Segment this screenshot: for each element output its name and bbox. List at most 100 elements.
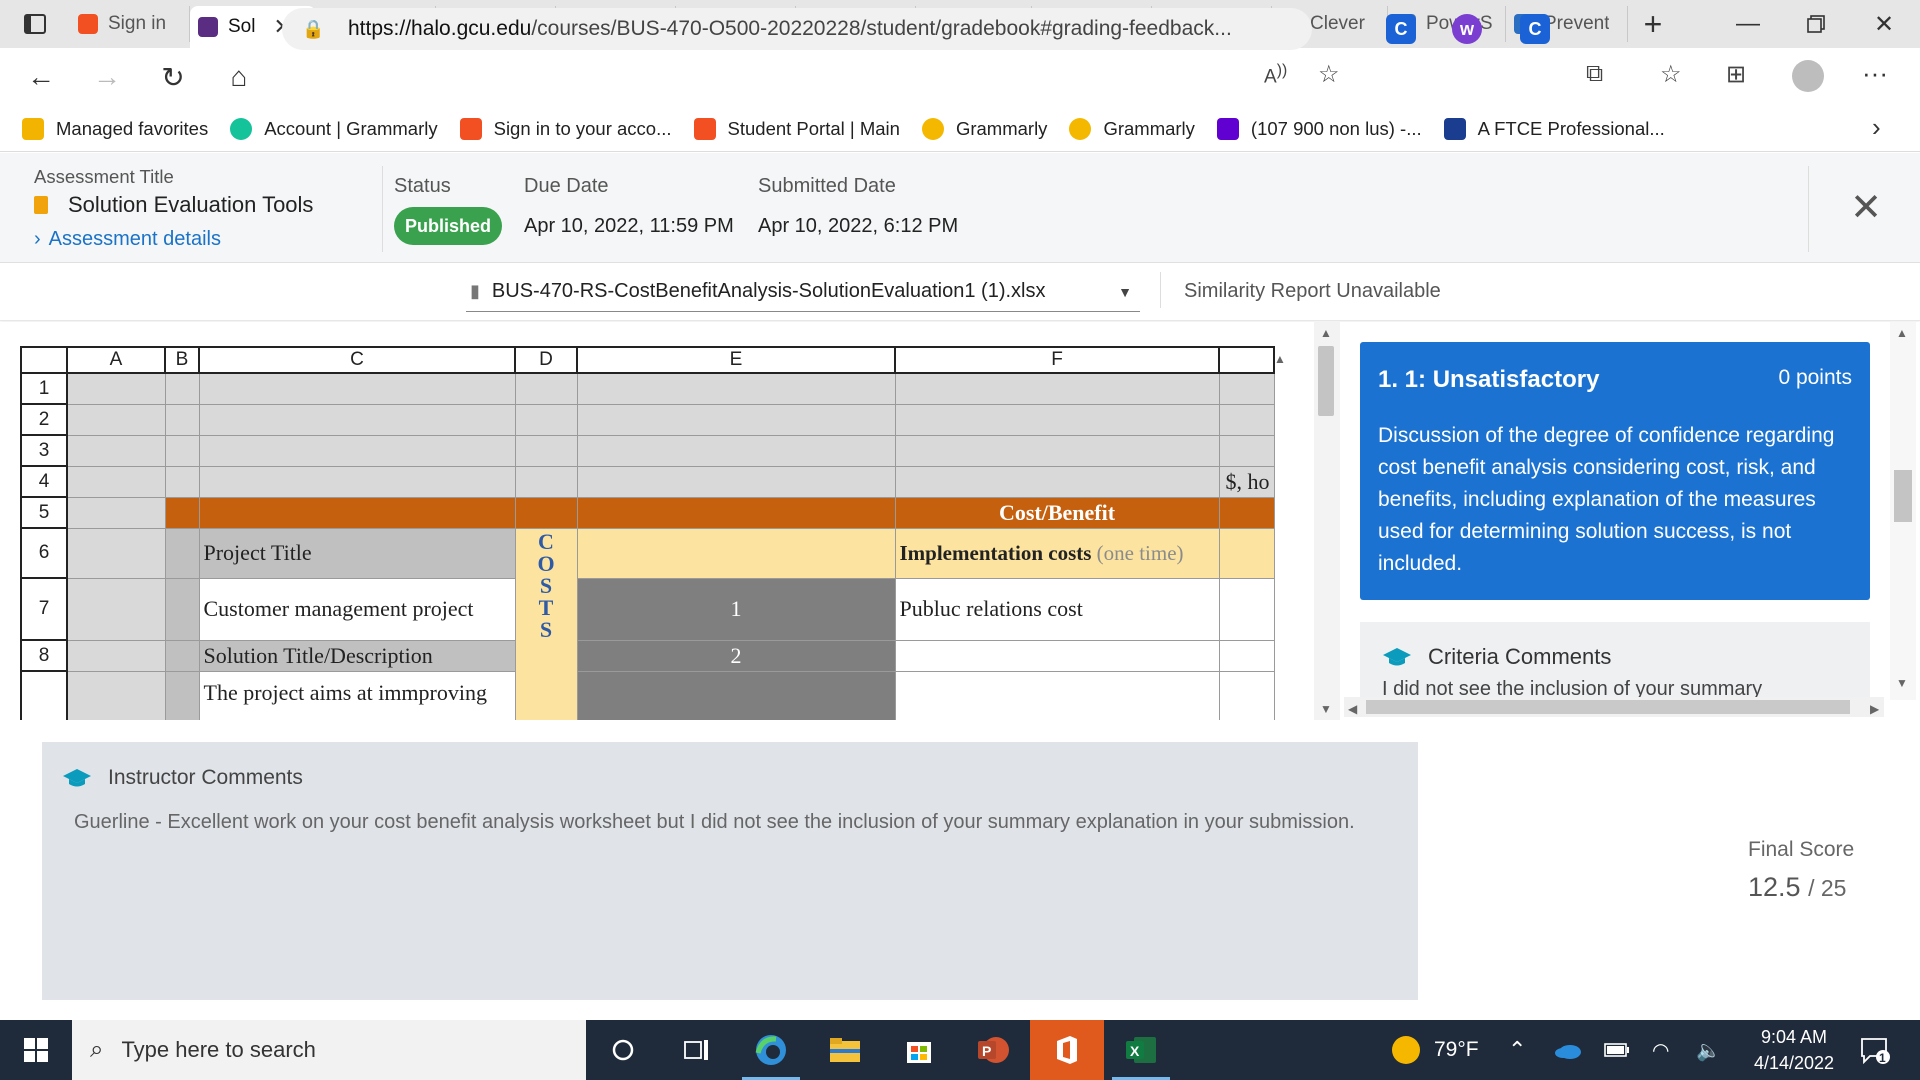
minimize-button[interactable]: — [1714, 0, 1782, 48]
favorite-label: Sign in to your acco... [493, 117, 672, 139]
caret-down-icon: ▼ [1118, 284, 1132, 300]
notifications-icon[interactable]: 1 [1860, 1020, 1890, 1080]
rubric-horizontal-scroll-thumb[interactable] [1366, 700, 1850, 714]
row-header[interactable]: 2 [20, 403, 68, 436]
excel-icon[interactable]: X [1104, 1020, 1178, 1080]
favorite-link[interactable]: Sign in to your acco... [459, 117, 672, 140]
url-field[interactable]: 🔒 https://halo.gcu.edu/courses/BUS-470-O… [282, 8, 1312, 50]
final-score-value: 12.5 / 25 [1748, 872, 1846, 903]
close-window-button[interactable]: ✕ [1850, 0, 1918, 48]
implementation-costs-header: Implementation costs (one time) [894, 527, 1220, 579]
cell [576, 465, 896, 498]
file-explorer-icon[interactable] [808, 1020, 882, 1080]
spreadsheet-grid: A B C D E F 1 2 3 4 $, ho 5 Cost/Benefit… [20, 346, 1275, 720]
column-header[interactable]: C [198, 346, 516, 374]
profile-avatar[interactable] [1792, 60, 1824, 92]
scroll-right-arrow-icon[interactable]: ▶ [1870, 702, 1879, 716]
cortana-icon[interactable] [586, 1020, 660, 1080]
cell [66, 577, 166, 641]
row-header[interactable]: 1 [20, 372, 68, 405]
cell [198, 372, 516, 405]
office-icon[interactable] [1030, 1020, 1104, 1080]
back-button[interactable]: ← [8, 48, 74, 106]
row-header[interactable]: 8 [20, 639, 68, 672]
favorite-label: Grammarly [955, 117, 1048, 139]
instructor-comments-heading: Instructor Comments [62, 766, 303, 790]
onedrive-icon[interactable] [1554, 1020, 1582, 1080]
tab-actions-icon[interactable] [0, 0, 70, 48]
clever-extension-icon[interactable]: C [1386, 14, 1416, 44]
refresh-button[interactable]: ↻ [140, 48, 206, 106]
spreadsheet-scroll-thumb[interactable] [1318, 346, 1334, 416]
clever-extension-icon-2[interactable]: C [1520, 14, 1550, 44]
restore-button[interactable] [1782, 0, 1850, 48]
row-header[interactable]: 3 [20, 434, 68, 467]
edge-taskbar-icon[interactable] [734, 1020, 808, 1080]
taskbar-search-box[interactable]: ⌕ Type here to search [72, 1020, 586, 1080]
chevron-right-icon: › [34, 228, 41, 250]
criteria-comments-box: Criteria Comments I did not see the incl… [1360, 622, 1870, 702]
favorite-link[interactable]: Grammarly [1069, 117, 1195, 140]
column-header[interactable]: F [894, 346, 1220, 374]
halo-icon [198, 17, 218, 37]
weather-widget[interactable]: 79°F [1392, 1020, 1479, 1080]
show-hidden-icons-chevron-icon[interactable]: ⌃ [1508, 1020, 1526, 1080]
row-header[interactable] [20, 670, 68, 720]
clock[interactable]: 9:04 AM 4/14/2022 [1742, 1020, 1846, 1080]
add-favorite-icon[interactable]: ☆ [1318, 60, 1340, 89]
assessment-details-link[interactable]: › Assessment details [34, 228, 221, 251]
favorite-label: Managed favorites [56, 117, 209, 139]
battery-icon[interactable] [1604, 1020, 1630, 1080]
scroll-up-arrow-icon[interactable]: ▲ [1320, 326, 1332, 340]
scroll-down-arrow-icon[interactable]: ▼ [1320, 702, 1332, 716]
favorite-link[interactable]: Student Portal | Main [693, 117, 900, 140]
rubric-scroll-up-arrow-icon[interactable]: ▲ [1896, 326, 1908, 340]
wifi-icon[interactable]: ◠ [1652, 1020, 1669, 1080]
favorite-link[interactable]: A FTCE Professional... [1443, 117, 1665, 140]
file-selector-dropdown[interactable]: ▮ BUS-470-RS-CostBenefitAnalysis-Solutio… [466, 272, 1140, 312]
column-header[interactable] [1218, 346, 1275, 374]
collections-icon[interactable]: ⊞ [1726, 60, 1746, 89]
column-header[interactable]: E [576, 346, 896, 374]
task-view-icon[interactable] [660, 1020, 734, 1080]
favorite-link[interactable]: Managed favorites [22, 117, 209, 140]
wordtune-extension-icon[interactable]: w [1452, 14, 1482, 44]
browser-tab[interactable]: Sign in [70, 6, 190, 42]
favorites-more-chevron-icon[interactable]: › [1872, 112, 1881, 143]
favorite-link[interactable]: Account | Grammarly [230, 117, 438, 140]
powerpoint-icon[interactable]: P [956, 1020, 1030, 1080]
close-assessment-button[interactable]: ✕ [1846, 188, 1886, 228]
rubric-vertical-scroll-thumb[interactable] [1894, 470, 1912, 522]
cell [164, 496, 200, 529]
microsoft-store-icon[interactable] [882, 1020, 956, 1080]
column-header[interactable]: A [66, 346, 166, 374]
more-menu-icon[interactable]: ··· [1862, 58, 1888, 89]
scroll-left-arrow-icon[interactable]: ◀ [1348, 702, 1357, 716]
home-button[interactable]: ⌂ [206, 48, 272, 106]
new-tab-button[interactable]: + [1628, 6, 1678, 43]
favorite-link[interactable]: Grammarly [921, 117, 1048, 140]
favorites-icon[interactable]: ☆ [1660, 60, 1682, 89]
row-header[interactable]: 6 [20, 527, 68, 579]
submitted-date-label: Submitted Date [758, 175, 896, 197]
column-header[interactable]: D [514, 346, 578, 374]
windows-start-button[interactable] [0, 1020, 72, 1080]
row-header[interactable]: 7 [20, 577, 68, 641]
read-aloud-icon[interactable]: A)) [1264, 62, 1287, 88]
rubric-scroll-down-arrow-icon[interactable]: ▼ [1896, 676, 1908, 690]
cell [66, 403, 166, 436]
forward-button[interactable]: → [74, 48, 140, 106]
extensions-icon[interactable]: ⧉ [1586, 60, 1603, 88]
spreadsheet-viewer[interactable]: A B C D E F 1 2 3 4 $, ho 5 Cost/Benefit… [0, 322, 1340, 720]
document-icon [34, 196, 48, 214]
final-score-max: / 25 [1808, 875, 1847, 901]
cell [894, 434, 1220, 467]
row-header[interactable]: 5 [20, 496, 68, 529]
sheet-scroll-up-arrow-icon[interactable]: ▲ [1274, 352, 1286, 366]
cell [164, 670, 200, 720]
volume-icon[interactable]: 🔈 [1696, 1020, 1721, 1080]
favorite-link[interactable]: (107 900 non lus) -... [1216, 117, 1422, 140]
cell [576, 496, 896, 529]
column-header[interactable]: B [164, 346, 200, 374]
row-header[interactable]: 4 [20, 465, 68, 498]
